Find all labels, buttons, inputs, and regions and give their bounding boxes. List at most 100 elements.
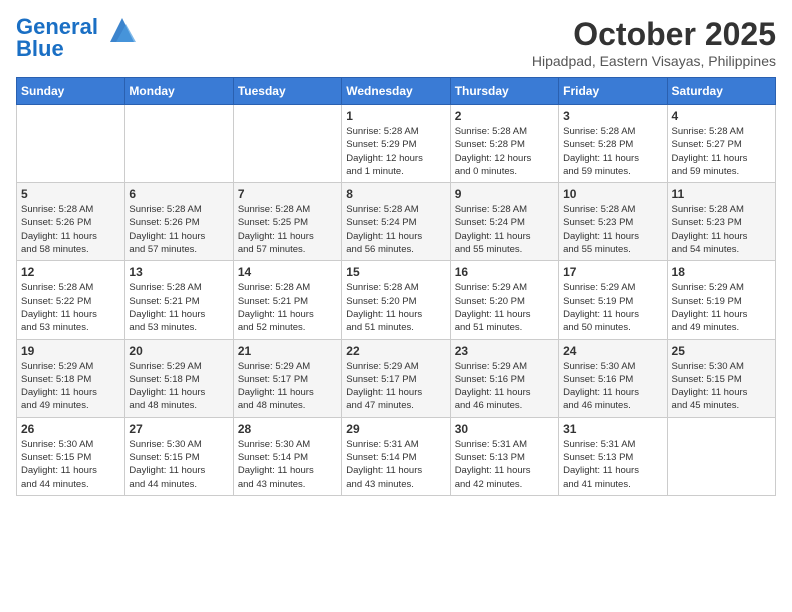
col-header-thursday: Thursday: [450, 78, 558, 105]
day-number: 16: [455, 265, 554, 279]
calendar-cell: 15 Sunrise: 5:28 AM Sunset: 5:20 PM Dayli…: [342, 261, 450, 339]
calendar-cell: 18Sunrise: 5:29 AM Sunset: 5:19 PM Dayli…: [667, 261, 775, 339]
day-number: 30: [455, 422, 554, 436]
day-number: 22: [346, 344, 445, 358]
day-number: 10: [563, 187, 662, 201]
calendar-cell: 4 Sunrise: 5:28 AM Sunset: 5:27 PM Daylig…: [667, 105, 775, 183]
calendar-cell: [17, 105, 125, 183]
day-info: Sunrise: 5:28 AM Sunset: 5:24 PM Dayligh…: [346, 203, 445, 256]
calendar-cell: 27 Sunrise: 5:30 AM Sunset: 5:15 PM Dayli…: [125, 417, 233, 495]
day-number: 11: [672, 187, 771, 201]
calendar-cell: 17 Sunrise: 5:29 AM Sunset: 5:19 PM Dayli…: [559, 261, 667, 339]
day-number: 24: [563, 344, 662, 358]
day-info: Sunrise: 5:30 AM Sunset: 5:15 PM Dayligh…: [21, 438, 120, 491]
day-number: 4: [672, 109, 771, 123]
day-number: 15: [346, 265, 445, 279]
calendar-cell: 14 Sunrise: 5:28 AM Sunset: 5:21 PM Dayli…: [233, 261, 341, 339]
day-number: 9: [455, 187, 554, 201]
day-info: Sunrise: 5:31 AM Sunset: 5:13 PM Dayligh…: [455, 438, 554, 491]
day-number: 14: [238, 265, 337, 279]
day-info: Sunrise: 5:29 AM Sunset: 5:20 PM Dayligh…: [455, 281, 554, 334]
day-info: Sunrise: 5:30 AM Sunset: 5:16 PM Dayligh…: [563, 360, 662, 413]
day-info: Sunrise: 5:30 AM Sunset: 5:14 PM Dayligh…: [238, 438, 337, 491]
day-info: Sunrise: 5:28 AM Sunset: 5:24 PM Dayligh…: [455, 203, 554, 256]
calendar-cell: 9 Sunrise: 5:28 AM Sunset: 5:24 PM Daylig…: [450, 183, 558, 261]
day-number: 31: [563, 422, 662, 436]
day-info: Sunrise: 5:29 AM Sunset: 5:18 PM Dayligh…: [21, 360, 120, 413]
calendar-cell: 25Sunrise: 5:30 AM Sunset: 5:15 PM Dayli…: [667, 339, 775, 417]
day-number: 27: [129, 422, 228, 436]
calendar-cell: 8 Sunrise: 5:28 AM Sunset: 5:24 PM Daylig…: [342, 183, 450, 261]
calendar-week-row: 5 Sunrise: 5:28 AM Sunset: 5:26 PM Daylig…: [17, 183, 776, 261]
logo: GeneralBlue: [16, 16, 138, 60]
day-info: Sunrise: 5:29 AM Sunset: 5:18 PM Dayligh…: [129, 360, 228, 413]
day-number: 29: [346, 422, 445, 436]
col-header-monday: Monday: [125, 78, 233, 105]
day-number: 17: [563, 265, 662, 279]
calendar-cell: 20 Sunrise: 5:29 AM Sunset: 5:18 PM Dayli…: [125, 339, 233, 417]
calendar-cell: 6 Sunrise: 5:28 AM Sunset: 5:26 PM Daylig…: [125, 183, 233, 261]
day-info: Sunrise: 5:30 AM Sunset: 5:15 PM Dayligh…: [129, 438, 228, 491]
calendar-cell: 19 Sunrise: 5:29 AM Sunset: 5:18 PM Dayli…: [17, 339, 125, 417]
calendar-cell: 11 Sunrise: 5:28 AM Sunset: 5:23 PM Dayli…: [667, 183, 775, 261]
calendar-cell: 16 Sunrise: 5:29 AM Sunset: 5:20 PM Dayli…: [450, 261, 558, 339]
calendar-cell: 24 Sunrise: 5:30 AM Sunset: 5:16 PM Dayli…: [559, 339, 667, 417]
day-info: Sunrise: 5:28 AM Sunset: 5:23 PM Dayligh…: [672, 203, 771, 256]
day-info: Sunrise: 5:29 AM Sunset: 5:16 PM Dayligh…: [455, 360, 554, 413]
calendar-cell: 21Sunrise: 5:29 AM Sunset: 5:17 PM Dayli…: [233, 339, 341, 417]
calendar-cell: [667, 417, 775, 495]
day-number: 5: [21, 187, 120, 201]
title-block: October 2025 Hipadpad, Eastern Visayas, …: [532, 16, 776, 69]
day-number: 19: [21, 344, 120, 358]
day-number: 20: [129, 344, 228, 358]
day-info: Sunrise: 5:29 AM Sunset: 5:19 PM Dayligh…: [672, 281, 771, 334]
calendar-cell: 31Sunrise: 5:31 AM Sunset: 5:13 PM Dayli…: [559, 417, 667, 495]
day-number: 26: [21, 422, 120, 436]
calendar-header-row: SundayMondayTuesdayWednesdayThursdayFrid…: [17, 78, 776, 105]
day-info: Sunrise: 5:28 AM Sunset: 5:29 PM Dayligh…: [346, 125, 445, 178]
calendar-cell: 3Sunrise: 5:28 AM Sunset: 5:28 PM Daylig…: [559, 105, 667, 183]
day-number: 28: [238, 422, 337, 436]
calendar-cell: 10 Sunrise: 5:28 AM Sunset: 5:23 PM Dayli…: [559, 183, 667, 261]
calendar-cell: [125, 105, 233, 183]
day-info: Sunrise: 5:28 AM Sunset: 5:25 PM Dayligh…: [238, 203, 337, 256]
location: Hipadpad, Eastern Visayas, Philippines: [532, 53, 776, 69]
day-info: Sunrise: 5:28 AM Sunset: 5:20 PM Dayligh…: [346, 281, 445, 334]
calendar-cell: 23 Sunrise: 5:29 AM Sunset: 5:16 PM Dayli…: [450, 339, 558, 417]
day-number: 21: [238, 344, 337, 358]
calendar-cell: 12Sunrise: 5:28 AM Sunset: 5:22 PM Dayli…: [17, 261, 125, 339]
day-info: Sunrise: 5:28 AM Sunset: 5:27 PM Dayligh…: [672, 125, 771, 178]
month-year: October 2025: [532, 16, 776, 53]
calendar-cell: 30 Sunrise: 5:31 AM Sunset: 5:13 PM Dayli…: [450, 417, 558, 495]
calendar-cell: [233, 105, 341, 183]
logo-text: GeneralBlue: [16, 16, 98, 60]
calendar-cell: 1 Sunrise: 5:28 AM Sunset: 5:29 PM Daylig…: [342, 105, 450, 183]
calendar-cell: 2 Sunrise: 5:28 AM Sunset: 5:28 PM Daylig…: [450, 105, 558, 183]
day-number: 7: [238, 187, 337, 201]
col-header-wednesday: Wednesday: [342, 78, 450, 105]
day-number: 8: [346, 187, 445, 201]
col-header-friday: Friday: [559, 78, 667, 105]
day-number: 13: [129, 265, 228, 279]
page-header: GeneralBlue October 2025 Hipadpad, Easte…: [16, 16, 776, 69]
day-info: Sunrise: 5:28 AM Sunset: 5:23 PM Dayligh…: [563, 203, 662, 256]
calendar-cell: 22Sunrise: 5:29 AM Sunset: 5:17 PM Dayli…: [342, 339, 450, 417]
day-number: 12: [21, 265, 120, 279]
calendar-week-row: 19 Sunrise: 5:29 AM Sunset: 5:18 PM Dayli…: [17, 339, 776, 417]
day-number: 1: [346, 109, 445, 123]
day-number: 23: [455, 344, 554, 358]
day-info: Sunrise: 5:29 AM Sunset: 5:19 PM Dayligh…: [563, 281, 662, 334]
day-info: Sunrise: 5:28 AM Sunset: 5:21 PM Dayligh…: [238, 281, 337, 334]
calendar-cell: 28 Sunrise: 5:30 AM Sunset: 5:14 PM Dayli…: [233, 417, 341, 495]
calendar-cell: 26 Sunrise: 5:30 AM Sunset: 5:15 PM Dayli…: [17, 417, 125, 495]
col-header-tuesday: Tuesday: [233, 78, 341, 105]
day-number: 3: [563, 109, 662, 123]
calendar-week-row: 1 Sunrise: 5:28 AM Sunset: 5:29 PM Daylig…: [17, 105, 776, 183]
day-info: Sunrise: 5:28 AM Sunset: 5:26 PM Dayligh…: [129, 203, 228, 256]
day-number: 2: [455, 109, 554, 123]
day-info: Sunrise: 5:28 AM Sunset: 5:28 PM Dayligh…: [455, 125, 554, 178]
col-header-sunday: Sunday: [17, 78, 125, 105]
day-number: 6: [129, 187, 228, 201]
calendar-table: SundayMondayTuesdayWednesdayThursdayFrid…: [16, 77, 776, 496]
col-header-saturday: Saturday: [667, 78, 775, 105]
